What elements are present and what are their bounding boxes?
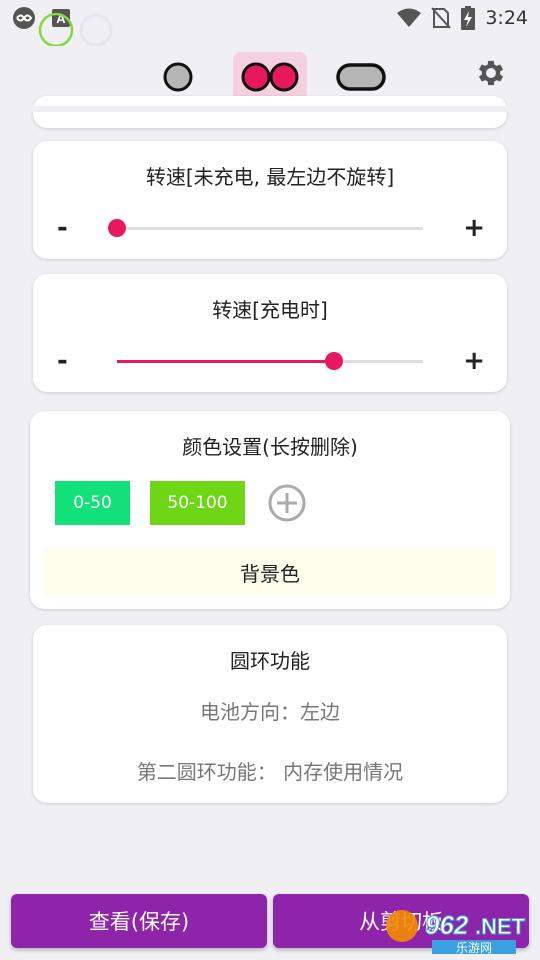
wifi-icon [397,8,422,27]
color-chip-50-100[interactable]: 50-100 [150,481,245,525]
topbar-separator [0,106,540,112]
ring-function-title: 圆环功能 [230,649,310,673]
speed-uncharged-increase-button[interactable]: + [463,208,485,248]
speed-uncharged-title: 转速[未充电, 最左边不旋转] [145,165,395,189]
speed-uncharged-slider-thumb[interactable] [108,219,126,237]
svg-text:乐游网: 乐游网 [456,941,492,954]
svg-text:.NET: .NET [475,914,526,939]
speed-uncharged-slider-track[interactable] [117,227,423,230]
color-settings-title: 颜色设置(长按删除) [182,435,358,459]
add-color-icon[interactable] [268,484,306,522]
single-circle-icon [163,62,193,92]
gear-icon[interactable] [474,56,508,90]
speed-charging-title: 转速[充电时] [212,298,328,322]
scrolled-card-remnant [33,96,507,128]
speed-charging-decrease-button[interactable]: - [57,341,68,381]
color-settings-card: 颜色设置(长按删除) 0-50 50-100 背景色 [30,411,510,609]
view-save-button[interactable]: 查看(保存) [11,894,267,948]
double-circle-icon [241,62,299,92]
speed-charging-slider-thumb[interactable] [325,352,344,370]
second-ring-option[interactable]: 第二圆环功能： 内存使用情况 [33,756,507,785]
ring-function-card: 圆环功能 电池方向：左边 第二圆环功能： 内存使用情况 [33,625,507,803]
speed-charging-slider-fill [117,360,335,363]
double-circle-mode-button[interactable] [233,52,307,102]
pill-icon [336,63,386,91]
status-bar: A 3:24 [0,0,540,48]
svg-text:962: 962 [425,910,469,940]
battery-direction-option[interactable]: 电池方向：左边 [33,696,507,725]
status-left-icons: A [12,6,122,48]
speed-charging-card: 转速[充电时] - + [33,274,507,392]
speed-charging-increase-button[interactable]: + [463,341,485,381]
speed-uncharged-decrease-button[interactable]: - [57,208,68,248]
no-sim-icon [431,7,452,29]
pill-mode-button[interactable] [332,52,390,102]
color-chip-0-50[interactable]: 0-50 [55,481,130,525]
speed-uncharged-card: 转速[未充电, 最左边不旋转] - + [33,141,507,259]
background-color-label: 背景色 [240,561,300,586]
battery-charging-icon [461,6,476,30]
status-time: 3:24 [485,7,528,29]
background-color-row[interactable]: 背景色 [44,549,496,595]
speed-charging-slider-row: - + [33,341,507,381]
view-save-label: 查看(保存) [88,910,190,934]
speed-uncharged-slider-row: - + [33,208,507,248]
status-notification-icons: A [13,7,113,48]
status-right-icons: 3:24 [397,0,528,36]
single-circle-mode-button[interactable] [150,52,206,102]
site-watermark-logo: 962 .NET 乐游网 [386,910,526,954]
